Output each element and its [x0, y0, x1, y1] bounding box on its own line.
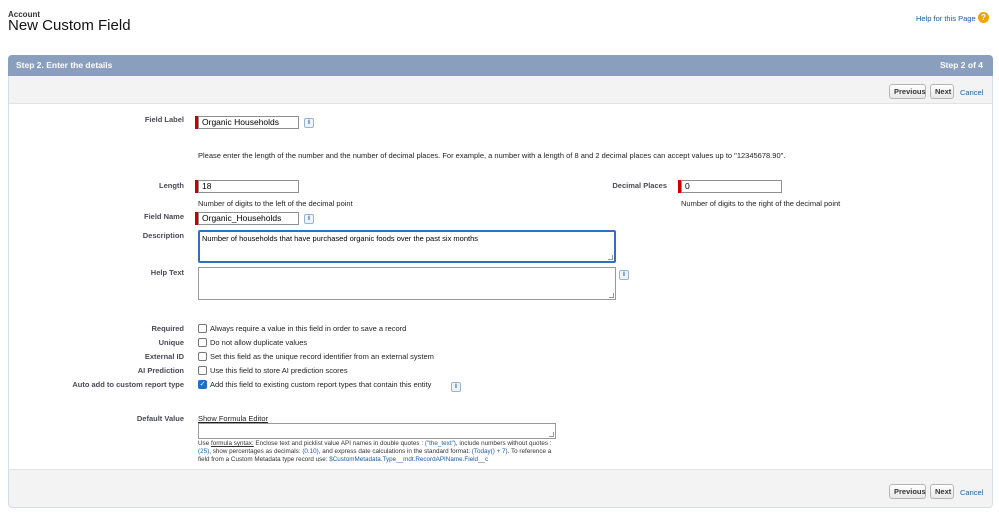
- previous-button-bottom[interactable]: Previous: [889, 484, 926, 499]
- decimal-places-input[interactable]: 0: [681, 180, 782, 193]
- ai-prediction-checkbox[interactable]: [198, 366, 207, 375]
- hint-example: $CustomMetadata.Type__mdt.RecordAPIName.…: [329, 456, 489, 463]
- next-button-top[interactable]: Next: [930, 84, 954, 99]
- description-label: Description: [142, 231, 184, 240]
- ai-prediction-text: Use this field to store AI prediction sc…: [210, 366, 348, 375]
- formula-syntax-link[interactable]: formula syntax:: [211, 440, 254, 447]
- hint-part: Enclose text and picklist value API name…: [253, 440, 425, 447]
- previous-button-top[interactable]: Previous: [889, 84, 926, 99]
- auto-add-text: Add this field to existing custom report…: [210, 380, 432, 389]
- hint-example: ("the_text"): [424, 440, 456, 447]
- field-label-label: Field Label: [144, 115, 184, 124]
- cancel-link-bottom[interactable]: Cancel: [960, 488, 983, 497]
- unique-checkbox[interactable]: [198, 338, 207, 347]
- step-number: Step 2 of 4: [940, 60, 983, 70]
- hint-part: , and express date calculations in the s…: [318, 448, 472, 455]
- required-text: Always require a value in this field in …: [210, 324, 407, 333]
- formula-syntax-hint: Use formula syntax: Enclose text and pic…: [198, 440, 560, 464]
- resize-handle[interactable]: [609, 293, 614, 298]
- decimal-places-label: Decimal Places: [612, 181, 667, 190]
- help-text-textarea[interactable]: [198, 267, 616, 300]
- decimal-places-hint: Number of digits to the right of the dec…: [681, 199, 841, 208]
- unique-text: Do not allow duplicate values: [210, 338, 308, 347]
- length-note: Please enter the length of the number an…: [198, 151, 786, 160]
- hint-example: (Today() + 7): [471, 448, 508, 455]
- hint-example: (25): [198, 448, 210, 455]
- length-label: Length: [159, 181, 184, 190]
- field-name-input[interactable]: Organic_Households: [198, 212, 299, 225]
- default-value-textarea[interactable]: [198, 423, 556, 439]
- length-input[interactable]: 18: [198, 180, 299, 193]
- required-checkbox[interactable]: [198, 324, 207, 333]
- default-value-label: Default Value: [136, 414, 184, 423]
- auto-add-checkbox[interactable]: ✓: [198, 380, 207, 389]
- external-id-checkbox[interactable]: [198, 352, 207, 361]
- show-formula-editor-link[interactable]: Show Formula Editor: [198, 414, 268, 423]
- hint-part: , show percentages as decimals:: [209, 448, 303, 455]
- page-title: New Custom Field: [8, 17, 131, 34]
- step-title: Step 2. Enter the details: [16, 60, 113, 70]
- field-name-label: Field Name: [143, 212, 184, 221]
- info-icon[interactable]: i: [304, 118, 314, 128]
- unique-label: Unique: [158, 338, 184, 347]
- next-button-bottom[interactable]: Next: [930, 484, 954, 499]
- info-icon[interactable]: i: [619, 270, 629, 280]
- hint-example: (0.10): [302, 448, 319, 455]
- description-text: Number of households that have purchased…: [202, 234, 478, 243]
- description-textarea[interactable]: Number of households that have purchased…: [198, 230, 616, 263]
- resize-handle[interactable]: [608, 255, 613, 260]
- info-icon[interactable]: i: [304, 214, 314, 224]
- length-hint: Number of digits to the left of the deci…: [198, 199, 353, 208]
- hint-part: , include numbers without quotes :: [455, 440, 552, 447]
- field-label-input[interactable]: Organic Households: [198, 116, 299, 129]
- resize-handle[interactable]: [549, 432, 554, 437]
- info-icon[interactable]: i: [451, 382, 461, 392]
- hint-use: Use: [198, 440, 211, 447]
- panel-header: Step 2. Enter the details Step 2 of 4: [8, 55, 993, 76]
- external-id-label: External ID: [144, 352, 184, 361]
- auto-add-label: Auto add to custom report type: [72, 380, 184, 389]
- help-link[interactable]: Help for this Page: [916, 14, 976, 23]
- help-text-label: Help Text: [150, 268, 184, 277]
- ai-prediction-label: AI Prediction: [137, 366, 184, 375]
- help-icon[interactable]: ?: [978, 12, 989, 23]
- required-label: Required: [151, 324, 184, 333]
- cancel-link-top[interactable]: Cancel: [960, 88, 983, 97]
- external-id-text: Set this field as the unique record iden…: [210, 352, 434, 361]
